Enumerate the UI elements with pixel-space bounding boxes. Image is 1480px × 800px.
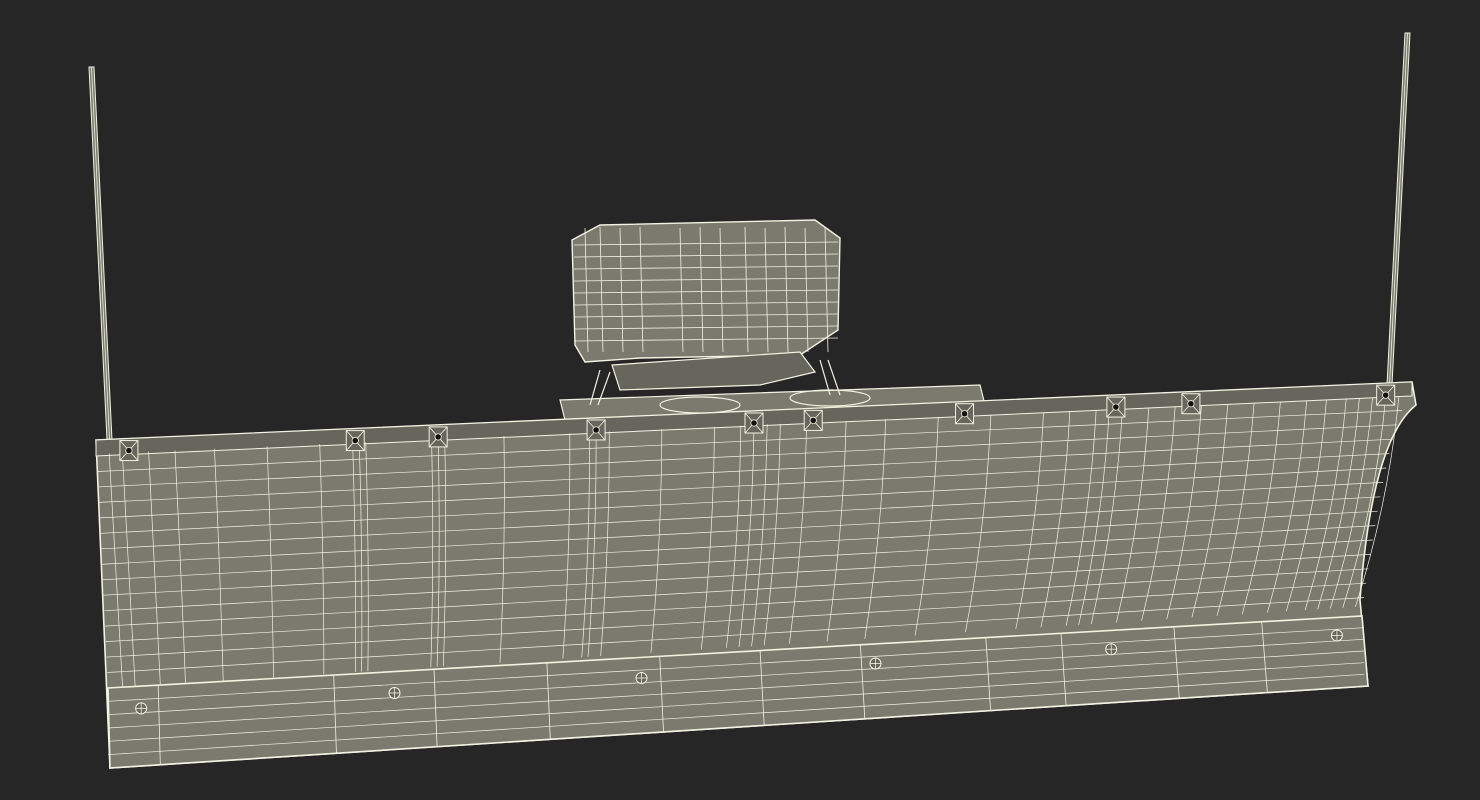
rail-bracket xyxy=(119,440,139,462)
edge-bolt xyxy=(1105,643,1118,656)
edge-bolt xyxy=(388,686,401,699)
rail-bracket-hole xyxy=(960,410,969,418)
edge-bolt xyxy=(635,672,648,685)
rail-bracket xyxy=(1376,384,1396,406)
rail-bracket-hole xyxy=(750,419,758,427)
rail-bracket-hole xyxy=(1187,400,1195,408)
edge-bolt xyxy=(869,657,882,670)
left-marker-rod xyxy=(88,66,113,441)
rail-bracket xyxy=(1106,396,1126,418)
rail-bracket-hole xyxy=(592,426,600,434)
rail-bracket xyxy=(955,403,975,425)
rail-bracket xyxy=(345,430,365,452)
rail-bracket xyxy=(428,426,448,448)
rail-bracket-hole xyxy=(1382,391,1390,399)
edge-bolt xyxy=(135,702,148,715)
rail-bracket-hole xyxy=(809,416,817,424)
rail-bracket xyxy=(744,412,764,434)
render-viewport xyxy=(0,0,1480,800)
rail-bracket xyxy=(803,409,823,431)
right-marker-rod xyxy=(1386,32,1411,386)
rail-bracket-hole xyxy=(125,446,133,455)
edge-bolt xyxy=(1330,629,1343,642)
housing-box xyxy=(571,219,841,391)
rail-bracket xyxy=(1181,393,1201,415)
rail-bracket-hole xyxy=(1112,403,1120,411)
rail-bracket-hole xyxy=(434,433,442,441)
rail-bracket xyxy=(586,419,606,441)
plow-wireframe-render xyxy=(88,32,1417,769)
rail-bracket-hole xyxy=(351,436,359,445)
